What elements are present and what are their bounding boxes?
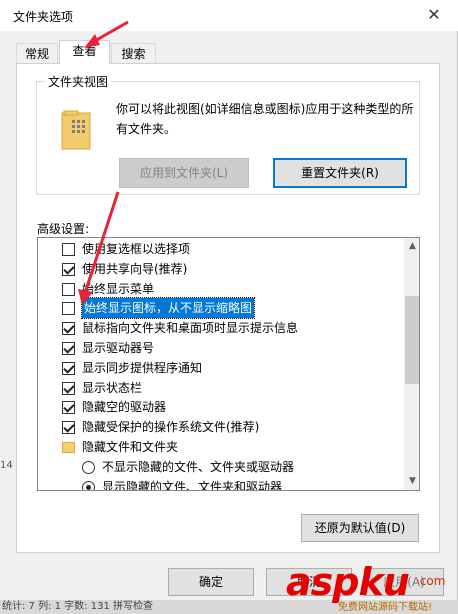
setting-checkbox[interactable]: [62, 262, 75, 276]
advanced-setting-item[interactable]: 显示同步提供程序通知: [38, 358, 403, 378]
setting-radio[interactable]: [82, 480, 95, 490]
aspku-watermark: aspku ·com 免费网站源码下载站!: [286, 560, 458, 614]
setting-checkbox[interactable]: [62, 282, 75, 296]
view-tab-panel: 文件夹视图 你可以将此视图(如详细信息或图标)应用于这种类型的所有文件夹。 应用…: [16, 63, 440, 553]
restore-defaults-button[interactable]: 还原为默认值(D): [301, 514, 419, 542]
advanced-setting-item[interactable]: 隐藏空的驱动器: [38, 397, 403, 417]
advanced-setting-item[interactable]: 使用共享向导(推荐): [38, 259, 403, 279]
setting-checkbox[interactable]: [62, 243, 75, 256]
setting-label: 隐藏空的驱动器: [82, 400, 167, 415]
background-edge-text: 14: [0, 460, 13, 471]
setting-checkbox[interactable]: [62, 401, 75, 415]
close-icon[interactable]: ✕: [418, 2, 450, 28]
setting-checkbox[interactable]: [62, 361, 75, 375]
advanced-setting-item[interactable]: 始终显示菜单: [38, 279, 403, 299]
watermark-domain: ·com: [416, 574, 446, 588]
advanced-setting-item[interactable]: 显示状态栏: [38, 378, 403, 398]
advanced-settings-scrollbar[interactable]: ▲ ▼: [404, 238, 419, 490]
advanced-setting-item[interactable]: 不显示隐藏的文件、文件夹或驱动器: [38, 457, 403, 477]
setting-label: 始终显示菜单: [82, 281, 155, 296]
setting-label: 不显示隐藏的文件、文件夹或驱动器: [102, 459, 295, 474]
ok-button[interactable]: 确定: [168, 568, 254, 596]
setting-checkbox[interactable]: [62, 322, 75, 336]
advanced-setting-item[interactable]: 隐藏受保护的操作系统文件(推荐): [38, 417, 403, 437]
advanced-setting-item[interactable]: 显示驱动器号: [38, 338, 403, 358]
setting-label: 显示驱动器号: [82, 341, 155, 355]
setting-checkbox[interactable]: [62, 421, 75, 435]
setting-checkbox[interactable]: [62, 342, 75, 355]
advanced-settings-label: 高级设置:: [37, 222, 90, 236]
scroll-down-icon[interactable]: ▼: [404, 473, 419, 490]
folder-options-dialog: 文件夹选项 ✕ 常规 查看 搜索 文件夹视图 你可以将此视图(如详细信息或图标)…: [0, 0, 458, 600]
reset-folders-button[interactable]: 重置文件夹(R): [273, 158, 407, 188]
setting-label: 隐藏文件和文件夹: [82, 440, 179, 454]
setting-checkbox[interactable]: [62, 302, 75, 316]
folder-views-label: 文件夹视图: [45, 73, 112, 90]
folder-icon: [62, 442, 75, 453]
tab-search[interactable]: 搜索: [111, 43, 156, 65]
folder-views-description: 你可以将此视图(如详细信息或图标)应用于这种类型的所有文件夹。: [116, 102, 414, 136]
setting-label: 使用复选框以选择项: [82, 242, 191, 256]
setting-radio[interactable]: [82, 460, 95, 474]
tab-view[interactable]: 查看: [59, 40, 110, 64]
tab-general[interactable]: 常规: [16, 43, 58, 65]
advanced-setting-item[interactable]: 鼠标指向文件夹和桌面项时显示提示信息: [38, 318, 403, 338]
setting-label: 始终显示图标，从不显示缩略图: [80, 297, 256, 320]
watermark-subtitle: 免费网站源码下载站!: [338, 602, 433, 613]
folder-views-group: 文件夹视图 你可以将此视图(如详细信息或图标)应用于这种类型的所有文件夹。 应用…: [36, 73, 420, 195]
window-title: 文件夹选项: [13, 10, 74, 24]
setting-label: 显示隐藏的文件、文件夹和驱动器: [102, 479, 283, 491]
setting-label: 显示同步提供程序通知: [82, 360, 203, 375]
folder-view-icon: [61, 110, 91, 150]
setting-label: 使用共享向导(推荐): [82, 261, 188, 276]
title-bar[interactable]: 文件夹选项 ✕: [0, 0, 458, 31]
apply-to-folders-button[interactable]: 应用到文件夹(L): [119, 158, 249, 188]
advanced-settings-list[interactable]: 使用复选框以选择项 使用共享向导(推荐) 始终显示菜单 始终显示图标，从不显示缩略图鼠…: [37, 237, 420, 491]
scroll-thumb[interactable]: [405, 296, 419, 384]
setting-label: 隐藏受保护的操作系统文件(推荐): [82, 420, 260, 435]
setting-label: 显示状态栏: [82, 380, 143, 395]
advanced-setting-item[interactable]: 始终显示图标，从不显示缩略图: [38, 297, 403, 320]
setting-checkbox[interactable]: [62, 381, 75, 395]
advanced-setting-item[interactable]: 显示隐藏的文件、文件夹和驱动器: [38, 477, 403, 491]
advanced-setting-item[interactable]: 隐藏文件和文件夹: [38, 437, 403, 457]
scroll-up-icon[interactable]: ▲: [404, 238, 419, 255]
setting-label: 鼠标指向文件夹和桌面项时显示提示信息: [82, 321, 299, 336]
advanced-setting-item[interactable]: 使用复选框以选择项: [38, 239, 403, 259]
